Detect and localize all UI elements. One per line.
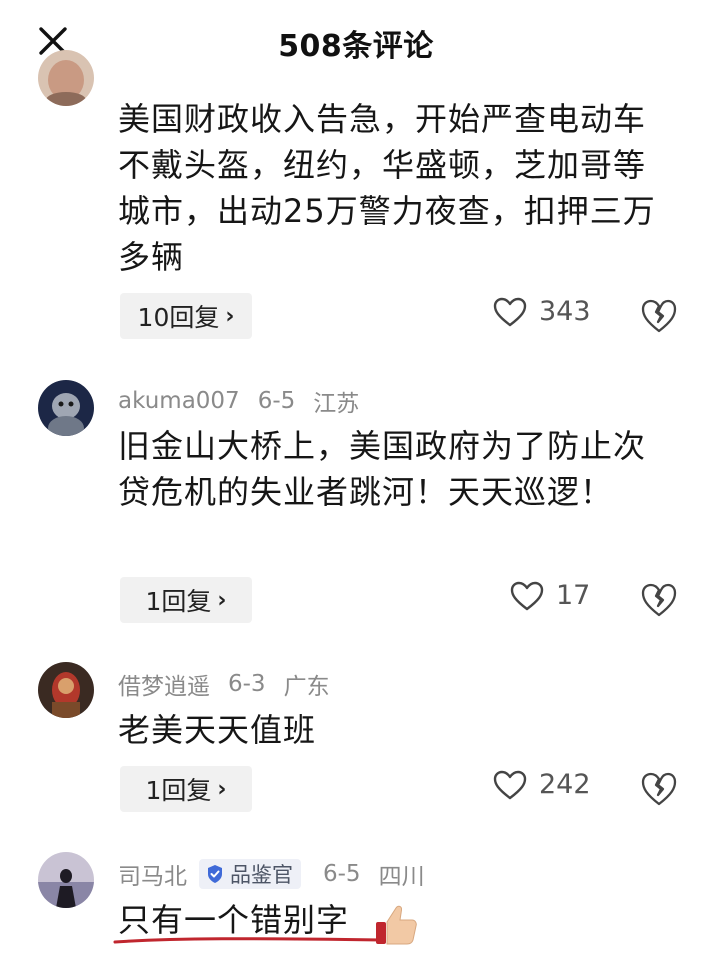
heart-outline-icon — [493, 297, 527, 326]
heart-outline-icon — [493, 770, 527, 799]
broken-heart-icon[interactable] — [640, 298, 678, 334]
username[interactable]: akuma007 — [118, 388, 240, 414]
comment-text: 老美天天值班 — [118, 711, 317, 749]
chevron-right-icon: › — [225, 303, 235, 329]
like-button[interactable]: 242 — [493, 769, 591, 800]
avatar[interactable] — [38, 662, 94, 718]
view-replies-button[interactable]: 10回复 › — [120, 293, 252, 339]
comment-location: 广东 — [283, 674, 330, 700]
heart-outline-icon — [510, 581, 544, 610]
view-replies-button[interactable]: 1回复 › — [120, 577, 252, 623]
chevron-right-icon: › — [217, 776, 227, 802]
comment-date: 6-5 — [257, 388, 296, 414]
reply-count-label: 1回复 — [145, 776, 212, 805]
comment-date: 6-3 — [228, 671, 266, 697]
comment-location: 江苏 — [313, 391, 360, 417]
broken-heart-icon[interactable] — [640, 582, 678, 618]
thumbs-up-emoji — [376, 905, 417, 945]
chevron-right-icon: › — [217, 587, 227, 613]
broken-heart-icon[interactable] — [640, 771, 678, 807]
role-badge: 品鉴官 — [199, 859, 301, 889]
reply-count-label: 1回复 — [145, 587, 212, 616]
comment-meta: 司马北 品鉴官 6-5 四川 — [118, 857, 425, 891]
like-button[interactable]: 343 — [493, 296, 591, 327]
verified-badge-icon — [208, 865, 222, 883]
comments-header: 508条评论 — [0, 0, 712, 82]
comments-count-title: 508条评论 — [278, 29, 434, 64]
like-count: 343 — [539, 296, 591, 327]
reply-count-label: 10回复 — [137, 303, 220, 332]
comment-meta: akuma007 6-5 江苏 — [118, 384, 359, 418]
comment-text: 美国财政收入告急，开始严查电动车不戴头盔，纽约，华盛顿，芝加哥等城市，出动25万… — [118, 100, 656, 276]
avatar[interactable] — [38, 50, 94, 106]
comment-date: 6-5 — [323, 861, 361, 887]
username[interactable]: 借梦逍遥 — [118, 667, 210, 701]
avatar[interactable] — [38, 852, 94, 908]
like-count: 242 — [539, 769, 591, 800]
like-count: 17 — [556, 580, 591, 611]
comment-text: 旧金山大桥上，美国政府为了防止次贷危机的失业者跳河！天天巡逻！ — [118, 427, 647, 511]
avatar[interactable] — [38, 380, 94, 436]
view-replies-button[interactable]: 1回复 › — [120, 766, 252, 812]
like-button[interactable]: 17 — [510, 580, 590, 611]
comment-location: 四川 — [378, 864, 425, 890]
red-underline-annotation — [113, 937, 385, 944]
comment-meta: 借梦逍遥 6-3 广东 — [118, 667, 330, 701]
badge-label: 品鉴官 — [230, 863, 293, 887]
username[interactable]: 司马北 — [118, 857, 187, 891]
